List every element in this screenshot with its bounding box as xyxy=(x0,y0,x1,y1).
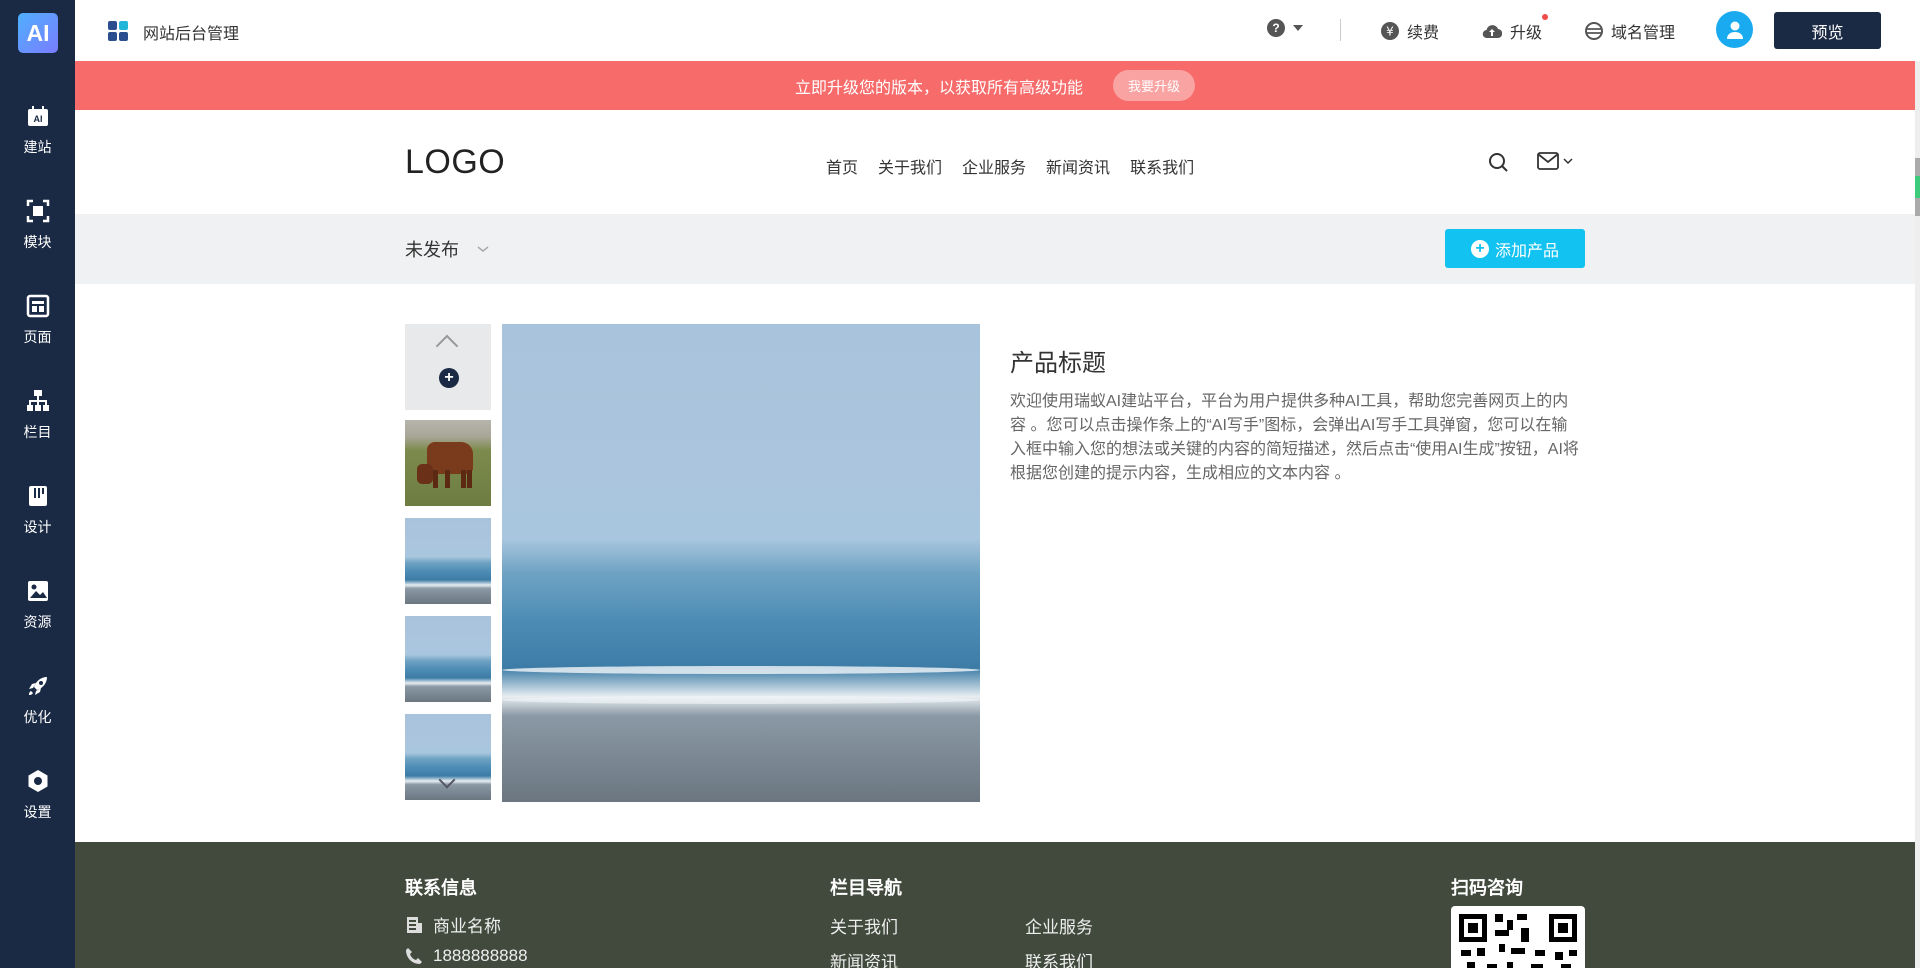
phone-number: 1888888888 xyxy=(433,946,528,965)
yen-icon: ¥ xyxy=(1381,22,1399,40)
scrollbar-thumb[interactable] xyxy=(1915,158,1920,216)
status-value: 未发布 xyxy=(405,240,459,260)
sidebar-item-columns[interactable]: 栏目 xyxy=(0,388,75,468)
upgrade-button[interactable]: 升级 xyxy=(1482,19,1542,43)
cloud-upload-icon xyxy=(1482,25,1502,39)
product-toolbar: 未发布 + 添加产品 xyxy=(75,214,1915,284)
domain-management-button[interactable]: 域名管理 xyxy=(1585,19,1675,43)
site-navigation: 首页 关于我们 企业服务 新闻资讯 联系我们 xyxy=(826,154,1194,178)
thumbnail-sea[interactable] xyxy=(405,616,491,702)
qr-code xyxy=(1451,906,1585,968)
contact-heading: 联系信息 xyxy=(405,878,477,898)
footer-link-news[interactable]: 新闻资讯 xyxy=(830,948,898,968)
upgrade-banner: 立即升级您的版本，以获取所有高级功能 我要升级 xyxy=(75,61,1915,110)
app-logo[interactable]: AI xyxy=(18,13,58,53)
sidebar-item-resources[interactable]: 资源 xyxy=(0,578,75,658)
building-icon xyxy=(407,916,422,933)
nav-services[interactable]: 企业服务 xyxy=(962,154,1026,178)
sidebar-item-label: 建站 xyxy=(23,139,52,155)
sidebar-item-label: 设置 xyxy=(23,804,52,820)
sidebar-item-label: 页面 xyxy=(23,329,52,345)
chevron-down-icon[interactable] xyxy=(438,771,456,789)
thumbnail-sea[interactable] xyxy=(405,714,491,800)
nav-about[interactable]: 关于我们 xyxy=(878,154,942,178)
module-icon xyxy=(25,198,51,224)
footer-link-contact[interactable]: 联系我们 xyxy=(1025,948,1093,968)
banner-text: 立即升级您的版本，以获取所有高级功能 xyxy=(794,79,1083,97)
sidebar-item-settings[interactable]: 设置 xyxy=(0,768,75,848)
sitemap-icon xyxy=(25,388,51,414)
page-icon xyxy=(25,293,51,319)
chevron-down-icon xyxy=(477,246,489,252)
caret-down-icon xyxy=(1293,25,1303,31)
image-resource-icon xyxy=(25,578,51,604)
business-name-row: 商业名称 xyxy=(405,912,501,937)
nav-heading: 栏目导航 xyxy=(830,878,902,898)
add-product-button[interactable]: + 添加产品 xyxy=(1445,229,1585,268)
site-footer: 联系信息 商业名称 1888888888 栏目导航 关于我们 企业服务 新闻资讯… xyxy=(75,842,1915,968)
footer-link-about[interactable]: 关于我们 xyxy=(830,913,898,938)
add-image-thumb[interactable]: + xyxy=(405,324,491,410)
nav-news[interactable]: 新闻资讯 xyxy=(1046,154,1110,178)
preview-button[interactable]: 预览 xyxy=(1774,12,1881,49)
sidebar-item-optimize[interactable]: 优化 xyxy=(0,673,75,753)
divider xyxy=(1340,19,1341,41)
sidebar-item-build[interactable]: AI 建站 xyxy=(0,103,75,183)
plus-circle-icon: + xyxy=(1470,239,1489,258)
publish-status-select[interactable]: 未发布 xyxy=(405,236,489,262)
top-bar: 网站后台管理 ? ¥ 续费 升级 域名管理 预览 xyxy=(75,0,1920,61)
sidebar-item-page[interactable]: 页面 xyxy=(0,293,75,373)
site-logo[interactable]: LOGO xyxy=(405,143,505,182)
business-name: 商业名称 xyxy=(433,917,501,936)
help-icon: ? xyxy=(1267,19,1285,37)
nav-home[interactable]: 首页 xyxy=(826,154,858,178)
phone-row: 1888888888 xyxy=(405,946,528,966)
app-title: 网站后台管理 xyxy=(143,26,240,43)
mail-dropdown[interactable] xyxy=(1537,152,1573,170)
svg-text:¥: ¥ xyxy=(1386,25,1394,39)
sidebar-item-design[interactable]: 设计 xyxy=(0,483,75,563)
rocket-icon xyxy=(25,673,51,699)
mail-icon xyxy=(1537,152,1559,170)
gear-icon xyxy=(25,768,51,794)
left-sidebar: AI AI 建站 模块 页面 栏目 设计 资源 优化 设置 xyxy=(0,0,75,968)
domain-label: 域名管理 xyxy=(1611,25,1676,42)
design-icon xyxy=(25,483,51,509)
sidebar-item-label: 资源 xyxy=(23,614,52,630)
avatar[interactable] xyxy=(1716,11,1753,48)
renew-button[interactable]: ¥ 续费 xyxy=(1381,19,1439,43)
renew-label: 续费 xyxy=(1407,25,1440,42)
upgrade-now-button[interactable]: 我要升级 xyxy=(1113,70,1196,101)
notification-dot xyxy=(1542,14,1548,20)
phone-icon xyxy=(406,948,422,964)
chevron-up-icon xyxy=(435,334,459,358)
user-icon xyxy=(1726,21,1743,39)
nav-contact[interactable]: 联系我们 xyxy=(1130,154,1194,178)
globe-icon xyxy=(1585,22,1603,40)
footer-link-services[interactable]: 企业服务 xyxy=(1025,913,1093,938)
product-description[interactable]: 欢迎使用瑞蚁AI建站平台，平台为用户提供多种AI工具，帮助您完善网页上的内容 。… xyxy=(1010,390,1580,486)
chevron-down-icon xyxy=(1563,158,1573,165)
search-icon[interactable] xyxy=(1488,152,1510,179)
sidebar-item-label: 设计 xyxy=(23,519,52,535)
svg-text:AI: AI xyxy=(33,114,42,124)
sidebar-item-label: 优化 xyxy=(23,709,52,725)
add-product-label: 添加产品 xyxy=(1494,242,1559,260)
thumbnail-sea[interactable] xyxy=(405,518,491,604)
sidebar-item-label: 栏目 xyxy=(23,424,52,440)
product-title[interactable]: 产品标题 xyxy=(1010,343,1106,378)
upgrade-label: 升级 xyxy=(1510,25,1543,42)
qr-heading: 扫码咨询 xyxy=(1451,878,1523,898)
sidebar-item-label: 模块 xyxy=(23,234,52,250)
dashboard-grid-icon xyxy=(108,21,128,41)
help-dropdown[interactable]: ? xyxy=(1267,19,1303,37)
sidebar-item-module[interactable]: 模块 xyxy=(0,198,75,278)
thumbnail-cow[interactable] xyxy=(405,420,491,506)
product-main-image[interactable] xyxy=(502,324,980,802)
ai-build-icon: AI xyxy=(25,103,51,129)
plus-circle-icon: + xyxy=(439,368,459,388)
